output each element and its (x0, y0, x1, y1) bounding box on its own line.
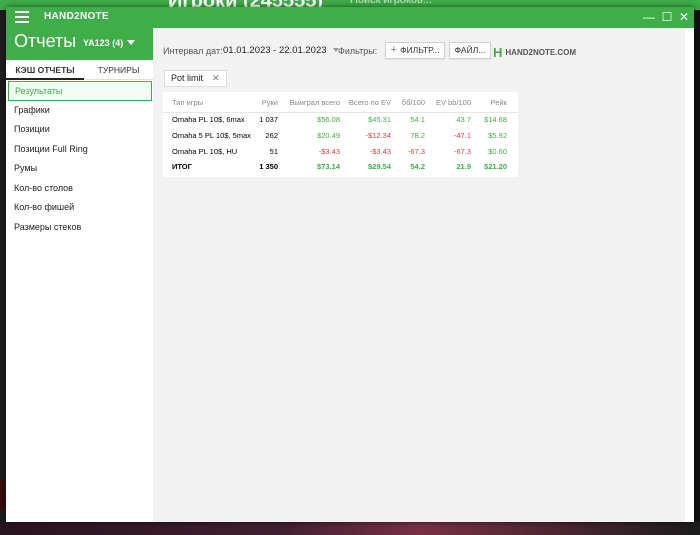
cell-hands: 51 (269, 147, 278, 156)
sidebar-item-graphs[interactable]: Графики (6, 101, 153, 121)
sidebar-item-rooms[interactable]: Румы (6, 159, 153, 179)
sidebar-item-stack-sizes[interactable]: Размеры стеков (6, 218, 153, 238)
sidebar-item-results[interactable]: Результаты (8, 81, 152, 101)
col-header-won-total[interactable]: Выиграл всего (289, 98, 340, 107)
cell-rake: $0.60 (488, 147, 507, 156)
cell-bb100: 78.2 (410, 131, 425, 140)
cell-ev: $29.54 (368, 162, 391, 171)
h2n-logo-icon: H (493, 45, 503, 60)
cell-ev: $45.31 (368, 115, 391, 124)
menu-icon[interactable] (15, 11, 29, 23)
page-title: Отчеты (14, 31, 77, 51)
table-row[interactable]: Omaha 5 PL 10$, 5max 262 $20.49 -$12.34 … (163, 131, 518, 148)
report-menu: Результаты Графики Позиции Позиции Full … (6, 81, 153, 237)
date-range-selector[interactable]: 01.01.2023 - 22.01.2023 (223, 45, 339, 56)
background-bottom-strip (0, 522, 700, 535)
cell-ev-bb100: -47.1 (453, 131, 471, 140)
sidebar-header: Отчеты YA123 (4) (6, 28, 153, 60)
filter-chip-label: Pot limit (171, 73, 204, 83)
cell-ev-bb100: 43.7 (456, 115, 471, 124)
cell-won: $73.14 (317, 162, 340, 171)
report-content: Интервал дат: 01.01.2023 - 22.01.2023 Фи… (153, 28, 685, 522)
reports-window: HAND2NOTE — ☐ ✕ Отчеты YA123 (4) КЭШ ОТЧ… (6, 7, 694, 522)
cell-game: Omaha PL 10$, HU (172, 147, 238, 156)
filter-button-label: ФИЛЬТР... (400, 45, 440, 55)
tab-tournaments[interactable]: ТУРНИРЫ (84, 60, 153, 80)
cell-won: -$3.43 (318, 147, 340, 156)
interval-label: Интервал дат: (163, 46, 223, 56)
col-header-game-type[interactable]: Тип игры (172, 98, 203, 107)
chevron-down-icon (127, 40, 136, 45)
logo-text: HAND2NOTE.COM (505, 48, 577, 57)
col-header-bb100[interactable]: бб/100 (402, 98, 425, 107)
cell-ev: -$12.34 (365, 131, 391, 140)
date-range-value: 01.01.2023 - 22.01.2023 (223, 45, 327, 56)
account-label: YA123 (4) (83, 38, 124, 48)
sidebar-item-positions[interactable]: Позиции (6, 120, 153, 140)
cell-ev-bb100: 21.9 (456, 162, 471, 171)
cell-bb100: 54.2 (410, 162, 425, 171)
table-total-row[interactable]: ИТОГ 1 350 $73.14 $29.54 54.2 21.9 $21.2… (163, 162, 518, 179)
cell-ev-bb100: -67.3 (453, 147, 471, 156)
maximize-icon[interactable]: ☐ (660, 10, 674, 24)
report-tabs: КЭШ ОТЧЕТЫ ТУРНИРЫ (6, 60, 153, 80)
header-divider (163, 112, 518, 113)
active-filter-chip: Pot limit ✕ (164, 70, 227, 87)
col-header-hands[interactable]: Руки (262, 98, 278, 107)
cell-rake: $5.92 (488, 131, 507, 140)
close-icon[interactable]: ✕ (677, 10, 691, 24)
cell-rake: $14.68 (484, 115, 507, 124)
col-header-ev-bb100[interactable]: EV bb/100 (436, 98, 471, 107)
sidebar: Отчеты YA123 (4) КЭШ ОТЧЕТЫ ТУРНИРЫ Резу… (6, 28, 153, 522)
title-bar: HAND2NOTE — ☐ ✕ (6, 7, 694, 28)
remove-filter-icon[interactable]: ✕ (212, 73, 220, 83)
cell-bb100: 54.1 (410, 115, 425, 124)
cell-hands: 1 037 (259, 115, 278, 124)
cell-won: $56.08 (317, 115, 340, 124)
minimize-icon[interactable]: — (642, 10, 656, 24)
account-selector[interactable]: YA123 (4) (83, 38, 136, 48)
results-table: Тип игры Руки Выиграл всего Всего по EV … (163, 92, 518, 177)
cell-bb100: -67.3 (407, 147, 425, 156)
col-header-ev-total[interactable]: Всего по EV (349, 98, 391, 107)
cell-rake: $21.20 (484, 162, 507, 171)
filter-button[interactable]: + ФИЛЬТР... (385, 42, 445, 59)
file-button[interactable]: ФАЙЛ... (449, 42, 491, 59)
cell-won: $20.49 (317, 131, 340, 140)
app-name: HAND2NOTE (44, 11, 109, 22)
cell-ev: -$3.43 (369, 147, 391, 156)
cell-hands: 1 350 (259, 162, 278, 171)
col-header-rake[interactable]: Рейк (491, 98, 507, 107)
hand2note-logo: H HAND2NOTE.COM (493, 45, 576, 60)
tab-cash-reports[interactable]: КЭШ ОТЧЕТЫ (6, 60, 84, 80)
sidebar-item-fish-count[interactable]: Кол-во фишей (6, 198, 153, 218)
sidebar-item-table-count[interactable]: Кол-во столов (6, 179, 153, 199)
cell-game: Omaha 5 PL 10$, 5max (172, 131, 251, 140)
cell-hands: 262 (265, 131, 278, 140)
sidebar-item-positions-full-ring[interactable]: Позиции Full Ring (6, 140, 153, 160)
cell-game: ИТОГ (172, 162, 192, 171)
plus-icon: + (390, 44, 398, 56)
table-row[interactable]: Omaha PL 10$, 6max 1 037 $56.08 $45.31 5… (163, 115, 518, 132)
filters-label: Фильтры: (338, 46, 378, 56)
cell-game: Omaha PL 10$, 6max (172, 115, 245, 124)
